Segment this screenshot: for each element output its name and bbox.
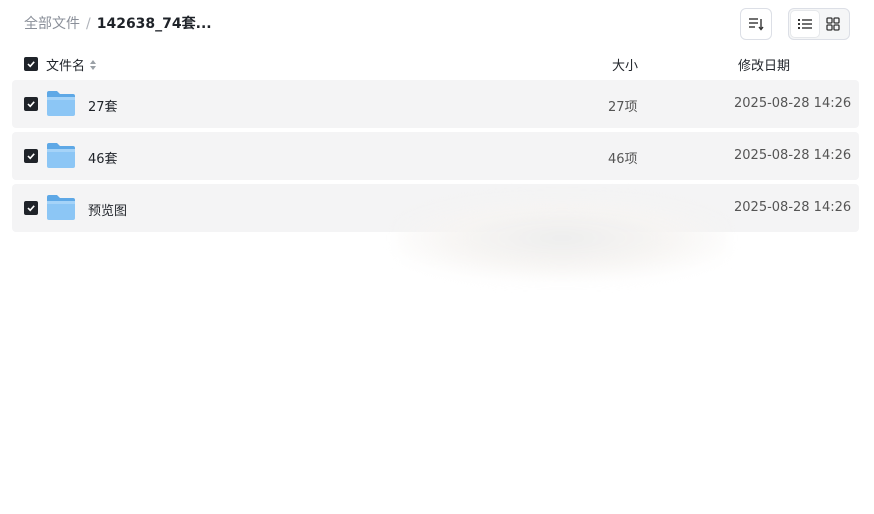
check-icon xyxy=(27,153,35,160)
file-name[interactable]: 46套 xyxy=(88,148,118,167)
check-icon xyxy=(27,205,35,212)
breadcrumb: 全部文件 / 142638_74套... xyxy=(24,15,212,33)
column-header-name-label: 文件名 xyxy=(46,59,86,74)
row-checkbox[interactable] xyxy=(24,97,38,111)
column-header-date[interactable]: 修改日期 xyxy=(738,55,790,74)
row-checkbox[interactable] xyxy=(24,201,38,215)
grid-view-icon xyxy=(826,17,840,31)
file-size: 46项 xyxy=(608,152,638,167)
file-size: 27项 xyxy=(608,100,638,115)
breadcrumb-separator: / xyxy=(86,16,91,32)
file-browser: 全部文件 / 142638_74套... 文件名 大小 修改日期 27套 27项… xyxy=(0,0,874,514)
file-date: 2025-08-28 14:26 xyxy=(734,200,852,215)
breadcrumb-current: 142638_74套... xyxy=(96,16,212,32)
row-checkbox[interactable] xyxy=(24,149,38,163)
view-toggle xyxy=(788,8,850,40)
folder-icon xyxy=(47,91,75,116)
column-header-name[interactable]: 文件名 xyxy=(46,55,97,74)
table-row[interactable]: 27套 27项 2025-08-28 14:26 xyxy=(12,80,859,128)
grid-view-button[interactable] xyxy=(819,11,847,37)
breadcrumb-root[interactable]: 全部文件 xyxy=(24,15,80,33)
file-name[interactable]: 预览图 xyxy=(88,200,127,219)
check-icon xyxy=(27,101,35,108)
table-header: 文件名 大小 修改日期 xyxy=(12,52,859,76)
file-name[interactable]: 27套 xyxy=(88,96,118,115)
file-date: 2025-08-28 14:26 xyxy=(734,148,852,163)
top-bar: 全部文件 / 142638_74套... xyxy=(0,0,874,48)
sort-icon xyxy=(749,18,764,31)
column-header-size[interactable]: 大小 xyxy=(612,55,638,74)
list-view-icon xyxy=(798,19,812,29)
check-icon xyxy=(27,61,35,68)
table-row[interactable]: 46套 46项 2025-08-28 14:26 xyxy=(12,132,859,180)
folder-icon xyxy=(47,143,75,168)
sort-caret-icon xyxy=(89,59,97,71)
sort-button[interactable] xyxy=(740,8,772,40)
blurred-overlay xyxy=(396,196,728,280)
file-date: 2025-08-28 14:26 xyxy=(734,96,852,111)
folder-icon xyxy=(47,195,75,220)
select-all-checkbox[interactable] xyxy=(24,57,38,71)
list-view-button[interactable] xyxy=(791,11,819,37)
